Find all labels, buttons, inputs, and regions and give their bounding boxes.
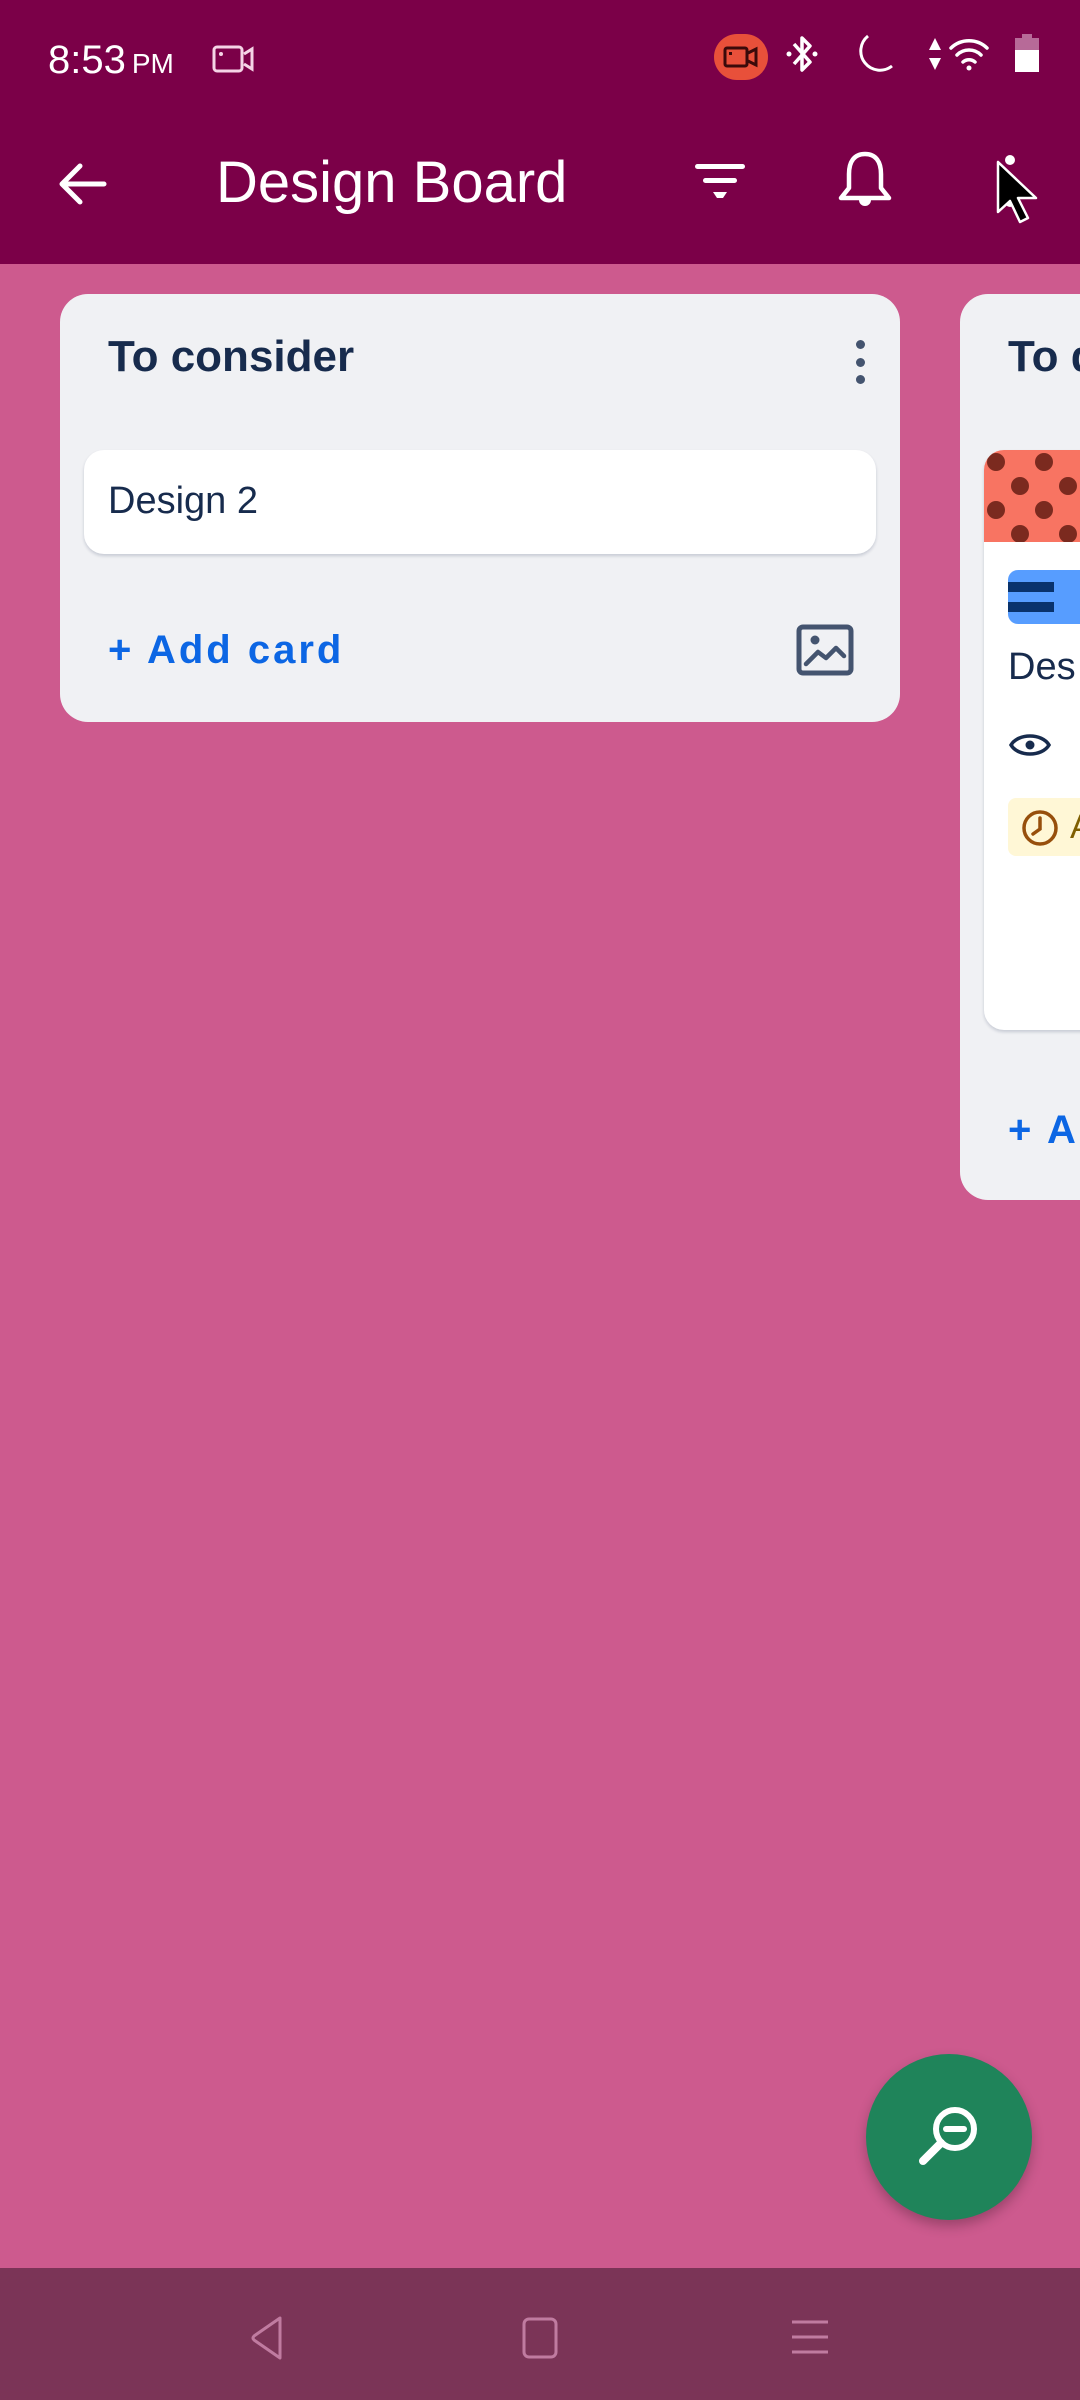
status-time-value: 8:53	[48, 38, 126, 82]
board-title: Design Board	[216, 150, 568, 215]
add-card-button[interactable]: + A	[1008, 1108, 1079, 1153]
app-bar: Design Board	[0, 130, 1080, 264]
battery-icon	[1014, 34, 1040, 79]
label-stripe	[1008, 602, 1054, 612]
list-title: To consider	[108, 332, 355, 381]
system-navigation-bar	[0, 2268, 1080, 2400]
data-arrows-icon	[928, 36, 942, 77]
bluetooth-icon	[786, 32, 818, 81]
home-square-icon	[522, 2317, 558, 2359]
status-time: 8:53 PM	[48, 38, 174, 83]
card-design-2[interactable]: Design 2	[84, 450, 876, 554]
nav-recents-button[interactable]	[770, 2298, 850, 2378]
nav-home-button[interactable]	[500, 2298, 580, 2378]
bell-icon	[838, 151, 892, 206]
do-not-disturb-moon-icon	[852, 32, 896, 81]
wifi-icon	[948, 36, 990, 77]
card-design[interactable]: Des A	[984, 450, 1080, 1030]
notifications-button[interactable]	[832, 148, 898, 214]
add-card-from-image-button[interactable]	[796, 624, 854, 676]
due-date-text: A	[1070, 808, 1080, 847]
back-button[interactable]	[52, 154, 112, 214]
filter-button[interactable]	[690, 152, 750, 212]
label-stripe	[1008, 582, 1054, 592]
back-triangle-icon	[251, 2316, 282, 2360]
status-time-ampm: PM	[131, 48, 174, 79]
recents-menu-icon	[792, 2320, 828, 2354]
zoom-out-icon	[919, 2107, 977, 2165]
card-cover-polka-dots	[984, 450, 1080, 543]
status-bar: 8:53 PM	[0, 0, 1080, 130]
list-menu-dot	[855, 375, 865, 384]
card-title: Design 2	[108, 480, 258, 522]
list-menu-button[interactable]	[850, 340, 870, 384]
list-menu-dot	[855, 340, 865, 349]
status-icons	[714, 32, 1040, 81]
screen-record-icon	[212, 44, 256, 79]
mouse-cursor-icon	[996, 160, 1044, 231]
list-menu-dot	[855, 357, 865, 367]
recording-active-icon	[714, 33, 768, 80]
list-title: To d	[1008, 332, 1080, 381]
image-icon	[796, 624, 854, 676]
filter-icon	[695, 164, 745, 198]
nav-back-button[interactable]	[226, 2298, 306, 2378]
card-title: Des	[1008, 646, 1076, 688]
zoom-out-board-button[interactable]	[866, 2054, 1032, 2220]
add-card-button[interactable]: + Add card	[108, 628, 344, 673]
due-date-badge: A	[1008, 798, 1080, 856]
eye-icon	[1008, 730, 1052, 765]
list-to-do: To d Des A + A	[960, 294, 1080, 1200]
clock-icon	[1020, 808, 1060, 853]
list-to-consider: To consider Design 2 + Add card	[60, 294, 900, 722]
card-label	[1008, 570, 1080, 624]
arrow-left-icon	[59, 163, 107, 205]
